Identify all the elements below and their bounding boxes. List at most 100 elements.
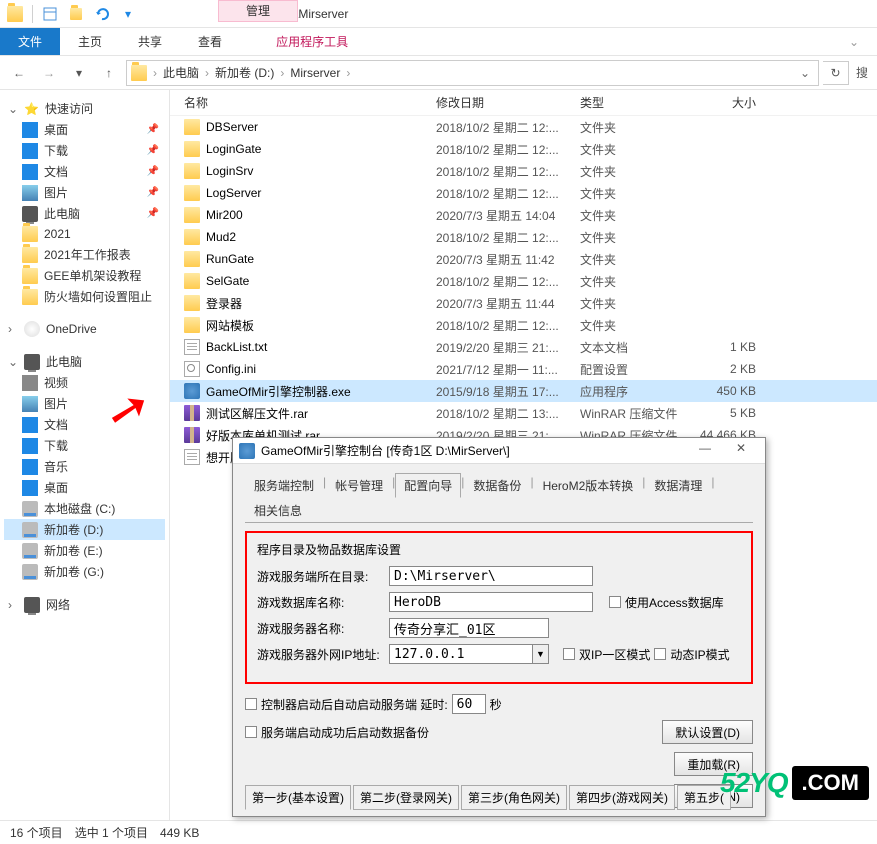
srv-input[interactable] <box>389 618 549 638</box>
default-button[interactable]: 默认设置(D) <box>662 720 753 744</box>
minimize-button[interactable]: — <box>687 441 723 461</box>
addr-dropdown-icon[interactable]: ⌄ <box>796 66 814 80</box>
sidebar-item[interactable]: 本地磁盘 (C:) <box>4 498 165 519</box>
wizard-step[interactable]: 第三步(角色网关) <box>461 785 567 810</box>
ribbon-tab-file[interactable]: 文件 <box>0 28 60 55</box>
app-icon <box>239 443 255 459</box>
file-row[interactable]: DBServer2018/10/2 星期二 12:...文件夹 <box>170 116 877 138</box>
dialog-tab[interactable]: 帐号管理 <box>326 473 392 498</box>
ribbon-expand-icon[interactable]: ⌄ <box>831 28 877 55</box>
nav-back-icon[interactable]: ← <box>6 60 32 86</box>
txt-icon <box>184 449 200 465</box>
dialog-tab[interactable]: 数据清理 <box>645 473 711 498</box>
file-row[interactable]: LoginSrv2018/10/2 星期二 12:...文件夹 <box>170 160 877 182</box>
crumb-folder[interactable]: Mirserver <box>286 66 344 80</box>
sidebar-onedrive[interactable]: › OneDrive <box>4 319 165 339</box>
sidebar-item[interactable]: 下载📌 <box>4 140 165 161</box>
file-row[interactable]: 测试区解压文件.rar2018/10/2 星期二 13:...WinRAR 压缩… <box>170 402 877 424</box>
file-row[interactable]: SelGate2018/10/2 星期二 12:...文件夹 <box>170 270 877 292</box>
file-row[interactable]: Config.ini2021/7/12 星期一 11:...配置设置2 KB <box>170 358 877 380</box>
wizard-step[interactable]: 第一步(基本设置) <box>245 785 351 810</box>
file-row[interactable]: Mud22018/10/2 星期二 12:...文件夹 <box>170 226 877 248</box>
sidebar-item[interactable]: 文档📌 <box>4 161 165 182</box>
sidebar-this-pc[interactable]: ⌄ 此电脑 <box>4 351 165 372</box>
refresh-icon[interactable]: ↻ <box>823 61 849 85</box>
crumb-pc[interactable]: 此电脑 <box>159 64 203 81</box>
file-row[interactable]: GameOfMir引擎控制器.exe2015/9/18 星期五 17:...应用… <box>170 380 877 402</box>
col-name[interactable]: 名称 <box>184 94 436 111</box>
file-row[interactable]: RunGate2020/7/3 星期五 11:42文件夹 <box>170 248 877 270</box>
nav-recent-icon[interactable]: ▾ <box>66 60 92 86</box>
sidebar-item[interactable]: 下载 <box>4 435 165 456</box>
dynamic-ip-checkbox[interactable]: 动态IP模式 <box>654 646 729 663</box>
dialog-titlebar[interactable]: GameOfMir引擎控制台 [传奇1区 D:\MirServer\] — ✕ <box>233 438 765 464</box>
chevron-down-icon[interactable]: ▼ <box>533 644 549 664</box>
dual-ip-checkbox[interactable]: 双IP一区模式 <box>563 646 650 663</box>
delay-input[interactable] <box>452 694 486 714</box>
file-row[interactable]: 网站模板2018/10/2 星期二 12:...文件夹 <box>170 314 877 336</box>
sidebar-item[interactable]: 图片 <box>4 393 165 414</box>
col-size[interactable]: 大小 <box>696 94 766 111</box>
ip-input[interactable] <box>389 644 533 664</box>
access-db-checkbox[interactable]: 使用Access数据库 <box>609 594 724 611</box>
txt-icon <box>184 339 200 355</box>
properties-icon[interactable] <box>39 3 61 25</box>
autobackup-checkbox[interactable]: 服务端启动成功后启动数据备份 <box>245 724 429 741</box>
autostart-checkbox[interactable]: 控制器启动后自动启动服务端 延时: <box>245 696 448 713</box>
dir-input[interactable] <box>389 566 593 586</box>
sidebar-item[interactable]: 图片📌 <box>4 182 165 203</box>
column-headers[interactable]: 名称 修改日期 类型 大小 <box>170 90 877 116</box>
sidebar-item[interactable]: 桌面📌 <box>4 119 165 140</box>
file-row[interactable]: LogServer2018/10/2 星期二 12:...文件夹 <box>170 182 877 204</box>
folder-icon <box>184 273 200 289</box>
search-input[interactable]: 搜 <box>853 60 871 86</box>
dialog-tab[interactable]: 相关信息 <box>245 498 311 523</box>
close-button[interactable]: ✕ <box>723 441 759 461</box>
ribbon-tab-view[interactable]: 查看 <box>180 28 240 55</box>
new-folder-icon[interactable] <box>65 3 87 25</box>
breadcrumb-bar[interactable]: › 此电脑 › 新加卷 (D:) › Mirserver › ⌄ <box>126 60 819 86</box>
file-row[interactable]: Mir2002020/7/3 星期五 14:04文件夹 <box>170 204 877 226</box>
folder-icon <box>184 317 200 333</box>
dialog-tab[interactable]: 配置向导 <box>395 473 461 498</box>
file-row[interactable]: 登录器2020/7/3 星期五 11:44文件夹 <box>170 292 877 314</box>
wizard-step[interactable]: 第四步(游戏网关) <box>569 785 675 810</box>
ip-combo[interactable]: ▼ <box>389 644 549 664</box>
sidebar-item[interactable]: 视频 <box>4 372 165 393</box>
ribbon-tab-apptools[interactable]: 应用程序工具 <box>258 28 366 55</box>
db-input[interactable] <box>389 592 593 612</box>
sidebar-item[interactable]: GEE单机架设教程 <box>4 265 165 286</box>
sidebar-item[interactable]: 此电脑📌 <box>4 203 165 224</box>
wizard-step[interactable]: 第五步( <box>677 785 731 810</box>
crumb-drive[interactable]: 新加卷 (D:) <box>211 64 278 81</box>
sidebar-item[interactable]: 新加卷 (G:) <box>4 561 165 582</box>
sidebar-network[interactable]: › 网络 <box>4 594 165 615</box>
dialog-tab[interactable]: HeroM2版本转换 <box>534 473 643 498</box>
disk-icon <box>22 543 38 559</box>
dialog-tab[interactable]: 服务端控制 <box>245 473 323 498</box>
sidebar-item[interactable]: 文档 <box>4 414 165 435</box>
wizard-step[interactable]: 第二步(登录网关) <box>353 785 459 810</box>
manage-context-tab[interactable]: 管理 <box>218 0 298 22</box>
blue-icon <box>22 164 38 180</box>
file-row[interactable]: LoginGate2018/10/2 星期二 12:...文件夹 <box>170 138 877 160</box>
sidebar-item[interactable]: 桌面 <box>4 477 165 498</box>
col-date[interactable]: 修改日期 <box>436 94 580 111</box>
nav-up-icon[interactable]: ↑ <box>96 60 122 86</box>
sidebar-quick-access[interactable]: ⌄⭐ 快速访问 <box>4 98 165 119</box>
sidebar-item[interactable]: 音乐 <box>4 456 165 477</box>
file-row[interactable]: BackList.txt2019/2/20 星期三 21:...文本文档1 KB <box>170 336 877 358</box>
folder-icon <box>131 65 147 81</box>
sidebar-item[interactable]: 2021 <box>4 224 165 244</box>
reload-button[interactable]: 重加载(R) <box>674 752 753 776</box>
sidebar-item[interactable]: 新加卷 (D:) <box>4 519 165 540</box>
sidebar-item[interactable]: 2021年工作报表 <box>4 244 165 265</box>
dialog-tab[interactable]: 数据备份 <box>464 473 530 498</box>
undo-icon[interactable] <box>91 3 113 25</box>
ribbon-tab-home[interactable]: 主页 <box>60 28 120 55</box>
sidebar-item[interactable]: 新加卷 (E:) <box>4 540 165 561</box>
ribbon-tab-share[interactable]: 共享 <box>120 28 180 55</box>
qat-dropdown-icon[interactable]: ▾ <box>117 3 139 25</box>
sidebar-item[interactable]: 防火墙如何设置阻止 <box>4 286 165 307</box>
col-type[interactable]: 类型 <box>580 94 696 111</box>
